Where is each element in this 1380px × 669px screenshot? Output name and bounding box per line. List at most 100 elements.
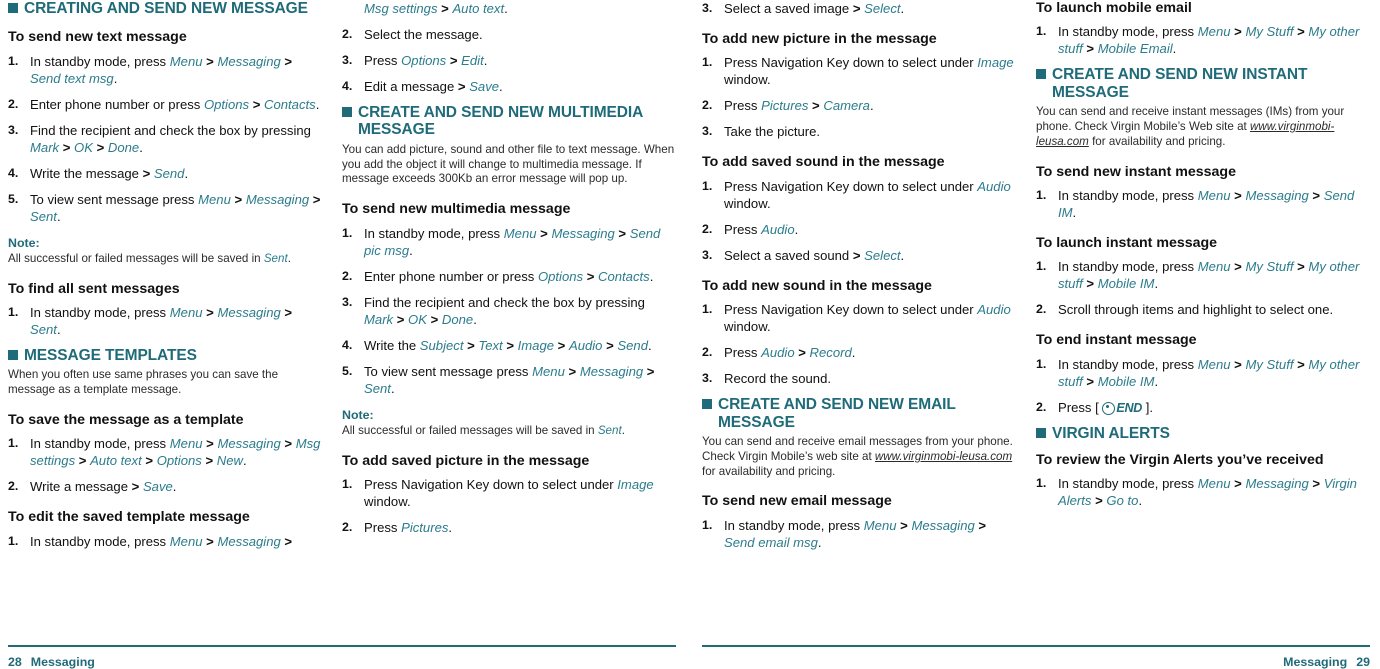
menu-keyword: Audio [761,345,795,361]
step-item: 3. Press Options > Edit. [342,52,676,69]
step-number: 3. [342,294,353,309]
path-separator: > [852,1,865,16]
subheading-to-add-new-picture-in-the-message: To add new picture in the message [702,31,937,48]
step-item: 1. In standby mode, press Menu > Messagin… [702,517,1018,551]
path-separator: > [554,337,569,353]
menu-keyword: Auto text [90,453,142,469]
path-separator: > [614,225,630,241]
section-heading-create-and-send-new-instant-message: CREATE AND SEND NEW INSTANT MESSAGE [1036,66,1370,101]
step-item: 4. Write the message > Send. [8,165,324,182]
step-item: 2. Write a message > Save. [8,478,324,495]
step-item: 2. Press [ END ]. [1036,399,1370,417]
step-text: Record the sound. [724,371,832,387]
steps-edit-saved-template-message: 1. In standby mode, press Menu > Messagin… [8,533,324,550]
step-text: Press Audio. [724,221,799,237]
step-item: 2. Enter phone number or press Options > … [8,96,324,113]
step-number: 1. [1036,356,1047,371]
menu-keyword: Messaging [217,304,281,320]
step-item: 2. Scroll through items and highlight to … [1036,301,1370,318]
step-text: In standby mode, press Menu > Messaging … [30,304,293,337]
menu-keyword: Select [864,1,901,16]
menu-keyword: Menu [169,304,203,320]
subheading-to-launch-instant-message: To launch instant message [1036,234,1218,251]
step-number: 2. [702,221,713,236]
menu-keyword: Go to [1106,493,1139,509]
steps-end-instant-message: 1. In standby mode, press Menu > My Stuff… [1036,356,1370,417]
step-text: In standby mode, press Menu > Messaging … [364,225,661,258]
step-text: In standby mode, press Menu > Messaging … [1058,187,1355,220]
step-number: 3. [702,371,713,386]
step-number: 3. [342,53,353,68]
menu-keyword: Image [977,55,1014,71]
menu-keyword: Options [203,96,250,112]
menu-keyword: Options [401,53,447,69]
step-text: Press Audio > Record. [724,345,856,361]
end-key-ring-icon [1102,401,1116,415]
path-separator: > [643,363,655,379]
subheading-to-launch-mobile-email: To launch mobile email [1036,0,1192,16]
path-separator: > [1230,476,1246,492]
menu-keyword: OK [408,311,427,327]
step-text: Take the picture. [724,124,821,140]
menu-keyword: Menu [532,363,565,379]
page-29: 3. Select a saved image > Select. To add … [690,0,1380,669]
menu-keyword: Messaging [217,533,281,549]
steps-save-message-as-template: 1. In standby mode, press Menu > Messagin… [8,435,324,495]
path-separator: > [230,191,246,207]
step-item: 1. In standby mode, press Menu > My Stuff… [1036,23,1370,57]
menu-keyword: Menu [169,53,203,69]
path-separator: > [1293,24,1309,40]
step-number: 2. [8,479,19,494]
menu-keyword: New [216,453,243,469]
path-separator: > [309,191,321,207]
step-item: 1. In standby mode, press Menu > Messagin… [8,435,324,469]
manual-page-spread: CREATING AND SEND NEW MESSAGE To send ne… [0,0,1380,669]
menu-keyword: My Stuff [1245,24,1294,40]
menu-keyword: OK [74,139,93,155]
menu-keyword: Camera [823,98,870,114]
menu-keyword: Messaging [911,517,975,533]
step-text: In standby mode, press Menu > Messaging … [30,436,321,469]
subheading-to-find-all-sent-messages: To find all sent messages [8,280,180,297]
steps-add-new-picture: 1. Press Navigation Key down to select un… [702,54,1018,140]
path-separator: > [974,517,987,533]
step-item: 2. Press Pictures. [342,519,676,536]
path-separator: > [280,53,293,69]
path-separator: > [141,453,157,469]
subheading-to-save-the-message-as-a-template: To save the message as a template [8,412,244,429]
menu-keyword: Auto text [452,1,505,16]
menu-keyword: Messaging [1245,187,1309,203]
step-item: 1. In standby mode, press Menu > Messagin… [8,304,324,338]
step-item: 2. Press Audio. [702,221,1018,238]
footer-chapter-name: Messaging [30,654,95,669]
path-separator: > [896,517,912,533]
web-address[interactable]: www.virginmobi-leusa.com [875,450,1012,463]
step-text: Write a message > Save. [30,479,177,495]
web-address[interactable]: www.virginmobi-leusa.com [1036,120,1334,148]
section-heading-create-and-send-new-email-message: CREATE AND SEND NEW EMAIL MESSAGE [702,396,1018,431]
steps-send-new-email-message: 1. In standby mode, press Menu > Messagin… [702,517,1018,551]
path-separator: > [393,311,409,327]
section-marker-square-icon [342,107,352,118]
step-item: 1. In standby mode, press Menu > Messagin… [8,53,324,87]
note-text: All successful or failed messages will b… [8,251,291,265]
section-marker-square-icon [702,399,712,410]
menu-keyword: My Stuff [1245,356,1294,372]
subheading-to-send-new-multimedia-message: To send new multimedia message [342,201,571,218]
path-separator: > [1230,24,1246,40]
footer-page-number: 29 [1356,654,1370,669]
step-text: Press Navigation Key down to select unde… [724,178,1011,211]
menu-keyword: Select [864,247,901,263]
menu-keyword: Send [153,165,185,181]
step-number: 5. [8,191,19,206]
step-item: 2. Press Pictures > Camera. [702,97,1018,114]
subheading-to-add-new-sound-in-the-message: To add new sound in the message [702,277,932,294]
menu-keyword: Mobile IM [1097,276,1155,292]
menu-keyword: Menu [169,533,203,549]
step-item: 1. In standby mode, press Menu > My Stuff… [1036,356,1370,390]
menu-keyword: Messaging [217,436,281,452]
step-number: 3. [702,247,713,262]
step-item: 3. Find the recipient and check the box b… [8,122,324,156]
steps-edit-saved-template-message-continued: Msg settings > Auto text. 2. Select the me… [342,0,676,95]
menu-keyword: Audio [977,302,1011,318]
